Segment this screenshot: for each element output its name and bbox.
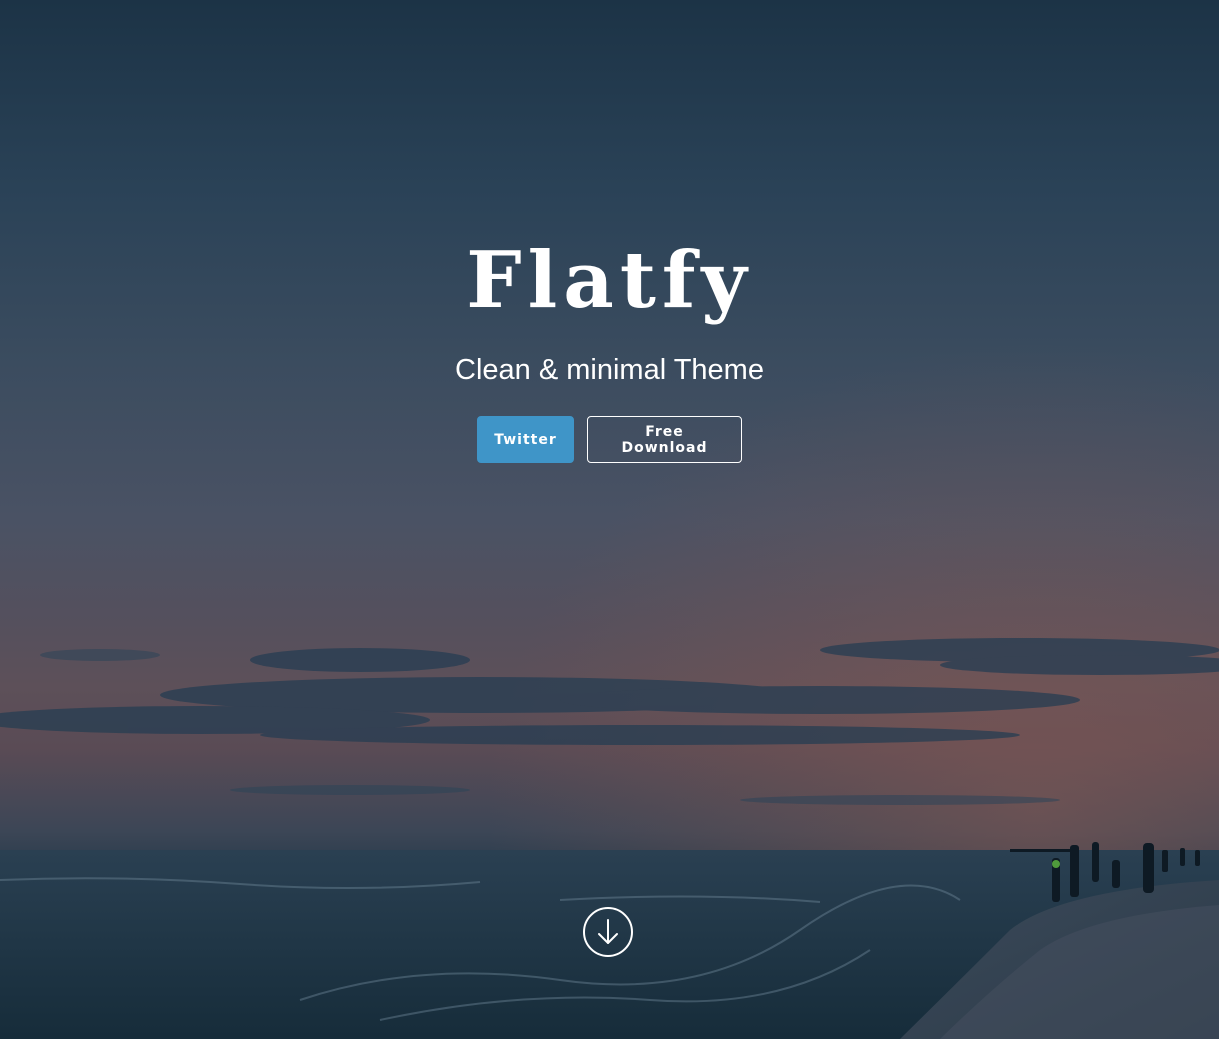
twitter-button[interactable]: Twitter — [477, 416, 574, 463]
hero-subtitle: Clean & minimal Theme — [455, 354, 764, 386]
scroll-down-button[interactable] — [583, 907, 633, 957]
beach-sunset-background — [0, 0, 1219, 1039]
hero-content: Flatfy Clean & minimal Theme Twitter Fre… — [0, 236, 1219, 463]
arrow-down-icon — [598, 919, 618, 944]
free-download-button[interactable]: Free Download — [587, 416, 742, 463]
hero-buttons: Twitter Free Download — [0, 416, 1219, 463]
hero-title: Flatfy — [466, 235, 753, 326]
hero-section: Flatfy Clean & minimal Theme Twitter Fre… — [0, 0, 1219, 1039]
